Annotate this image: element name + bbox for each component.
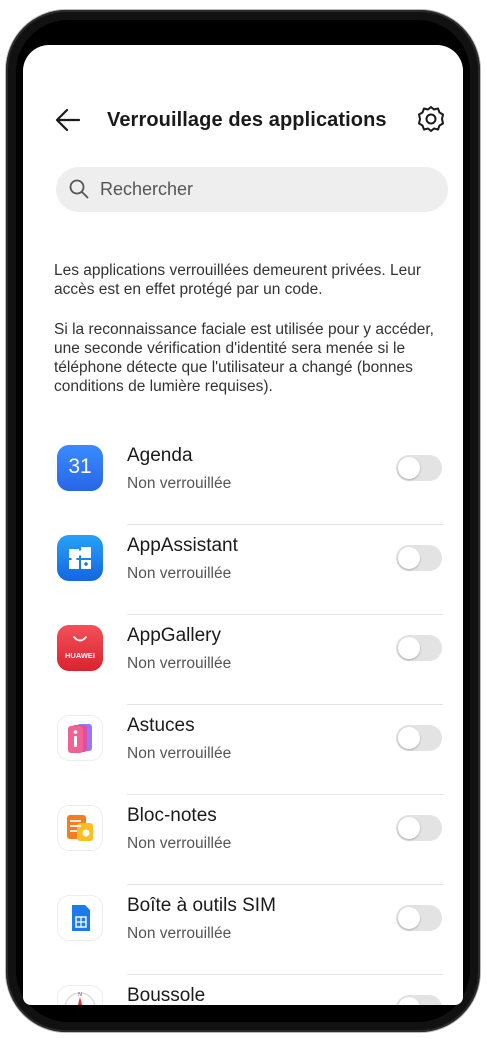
compass-icon: N	[57, 985, 103, 1005]
settings-button[interactable]	[415, 103, 447, 135]
list-item[interactable]: 31 Agenda Non verrouillée	[23, 435, 463, 525]
app-name: Bloc-notes	[127, 805, 217, 826]
svg-text:N: N	[78, 992, 82, 998]
toggle-knob	[398, 547, 420, 569]
lock-toggle[interactable]	[396, 815, 442, 841]
lock-toggle[interactable]	[396, 905, 442, 931]
search-bar[interactable]	[56, 167, 448, 212]
app-name: Boîte à outils SIM	[127, 895, 276, 916]
app-status: Non verrouillée	[127, 745, 232, 762]
toggle-knob	[398, 817, 420, 839]
toggle-knob	[398, 997, 420, 1005]
search-input[interactable]	[100, 167, 430, 212]
puzzle-icon	[57, 535, 103, 581]
list-item[interactable]: Bloc-notes Non verrouillée	[23, 795, 463, 885]
toggle-knob	[398, 457, 420, 479]
description-paragraph-1: Les applications verrouillées demeurent …	[54, 262, 422, 298]
tips-icon	[57, 715, 103, 761]
toggle-knob	[398, 637, 420, 659]
lock-toggle[interactable]	[396, 455, 442, 481]
list-item[interactable]: Boîte à outils SIM Non verrouillée	[23, 885, 463, 975]
calendar-icon: 31	[57, 445, 103, 491]
page-title: Verrouillage des applications	[107, 109, 387, 131]
app-status: Non verrouillée	[127, 475, 232, 492]
list-item[interactable]: Astuces Non verrouillée	[23, 705, 463, 795]
back-button[interactable]	[53, 105, 87, 135]
app-status: Non verrouillée	[127, 565, 232, 582]
lock-toggle[interactable]	[396, 995, 442, 1005]
list-item[interactable]: HUAWEI AppGallery Non verrouillée	[23, 615, 463, 705]
app-name: AppGallery	[127, 625, 221, 646]
app-name: Agenda	[127, 445, 193, 466]
gear-icon	[418, 106, 444, 132]
list-item[interactable]: N Boussole	[23, 975, 463, 1005]
app-status: Non verrouillée	[127, 925, 232, 942]
lock-toggle[interactable]	[396, 635, 442, 661]
arrow-left-icon	[55, 108, 81, 132]
notepad-icon	[57, 805, 103, 851]
toggle-knob	[398, 727, 420, 749]
toggle-knob	[398, 907, 420, 929]
app-status: Non verrouillée	[127, 835, 232, 852]
sim-card-icon	[57, 895, 103, 941]
app-list: 31 Agenda Non verrouillée AppAssistant N…	[23, 435, 463, 1005]
app-name: Astuces	[127, 715, 195, 736]
lock-toggle[interactable]	[396, 545, 442, 571]
app-status: Non verrouillée	[127, 655, 232, 672]
huawei-appgallery-icon: HUAWEI	[57, 625, 103, 671]
description-paragraph-2: Si la reconnaissance faciale est utilisé…	[54, 321, 434, 395]
lock-toggle[interactable]	[396, 725, 442, 751]
list-item[interactable]: AppAssistant Non verrouillée	[23, 525, 463, 615]
app-name: Boussole	[127, 985, 206, 1005]
header: Verrouillage des applications	[23, 97, 463, 143]
search-icon	[69, 179, 89, 199]
screen: Verrouillage des applications Les applic…	[23, 45, 463, 1005]
app-name: AppAssistant	[127, 535, 238, 556]
